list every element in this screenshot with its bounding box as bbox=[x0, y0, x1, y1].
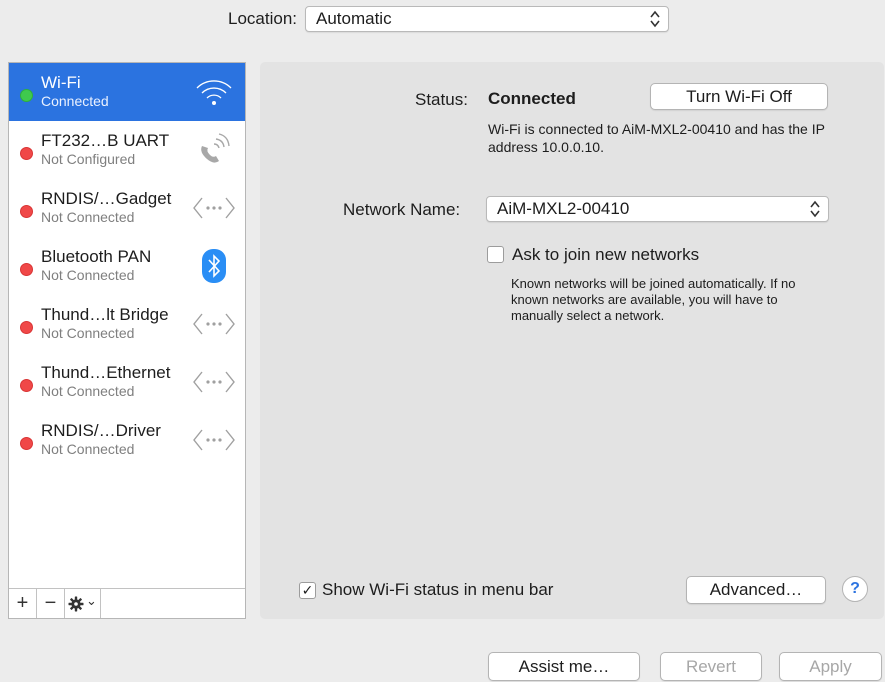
assist-me-button[interactable]: Assist me… bbox=[488, 652, 640, 681]
status-dot bbox=[20, 321, 33, 334]
revert-button[interactable]: Revert bbox=[660, 652, 762, 681]
add-service-button[interactable]: + bbox=[9, 589, 37, 618]
network-name-value: AiM-MXL2-00410 bbox=[497, 199, 630, 218]
phone-icon bbox=[191, 131, 237, 169]
service-list: Wi-Fi Connected FT232…B UART Not Configured… bbox=[9, 63, 245, 469]
status-value: Connected bbox=[488, 89, 576, 108]
status-dot bbox=[20, 437, 33, 450]
service-item[interactable]: RNDIS/…Driver Not Connected bbox=[9, 411, 245, 469]
apply-button[interactable]: Apply bbox=[779, 652, 882, 681]
ask-to-join-label: Ask to join new networks bbox=[512, 245, 700, 264]
network-name-label: Network Name: bbox=[343, 200, 461, 219]
ethernet-icon bbox=[191, 305, 237, 343]
location-select[interactable]: Automatic bbox=[305, 6, 669, 32]
service-item[interactable]: Thund…lt Bridge Not Connected bbox=[9, 295, 245, 353]
action-menu-button[interactable]: ⌄ bbox=[65, 589, 101, 618]
wifi-icon bbox=[191, 73, 237, 111]
ethernet-icon bbox=[191, 189, 237, 227]
help-button[interactable]: ? bbox=[842, 576, 868, 602]
advanced-button[interactable]: Advanced… bbox=[686, 576, 826, 604]
service-item[interactable]: FT232…B UART Not Configured bbox=[9, 121, 245, 179]
service-item[interactable]: Wi-Fi Connected bbox=[9, 63, 245, 121]
service-item[interactable]: Thund…Ethernet Not Connected bbox=[9, 353, 245, 411]
service-list-toolbar: + − ⌄ bbox=[9, 588, 245, 618]
location-row: Location: Automatic bbox=[228, 6, 669, 32]
chevron-down-icon: ⌄ bbox=[86, 592, 97, 608]
ethernet-icon bbox=[191, 421, 237, 459]
status-label: Status: bbox=[415, 90, 468, 109]
service-list-panel: Wi-Fi Connected FT232…B UART Not Configured… bbox=[8, 62, 246, 619]
location-value: Automatic bbox=[316, 9, 392, 28]
bluetooth-icon bbox=[191, 247, 237, 285]
service-item[interactable]: Bluetooth PAN Not Connected bbox=[9, 237, 245, 295]
status-dot bbox=[20, 147, 33, 160]
ethernet-icon bbox=[191, 363, 237, 401]
network-name-select[interactable]: AiM-MXL2-00410 bbox=[486, 196, 829, 222]
show-status-checkbox[interactable]: ✓ bbox=[299, 582, 316, 599]
show-status-label: Show Wi-Fi status in menu bar bbox=[322, 580, 554, 599]
status-dot bbox=[20, 263, 33, 276]
ask-to-join-checkbox[interactable] bbox=[487, 246, 504, 263]
turn-wifi-off-button[interactable]: Turn Wi-Fi Off bbox=[650, 83, 828, 110]
up-down-arrows-icon bbox=[810, 200, 820, 218]
status-description: Wi-Fi is connected to AiM-MXL2-00410 and… bbox=[488, 121, 825, 155]
status-dot bbox=[20, 379, 33, 392]
remove-service-button[interactable]: − bbox=[37, 589, 65, 618]
gear-icon bbox=[68, 596, 84, 611]
ask-to-join-description: Known networks will be joined automatica… bbox=[511, 276, 796, 323]
up-down-arrows-icon bbox=[650, 10, 660, 28]
status-dot bbox=[20, 205, 33, 218]
service-item[interactable]: RNDIS/…Gadget Not Connected bbox=[9, 179, 245, 237]
location-label: Location: bbox=[228, 9, 297, 28]
status-dot bbox=[20, 89, 33, 102]
checkmark-icon: ✓ bbox=[301, 582, 314, 598]
